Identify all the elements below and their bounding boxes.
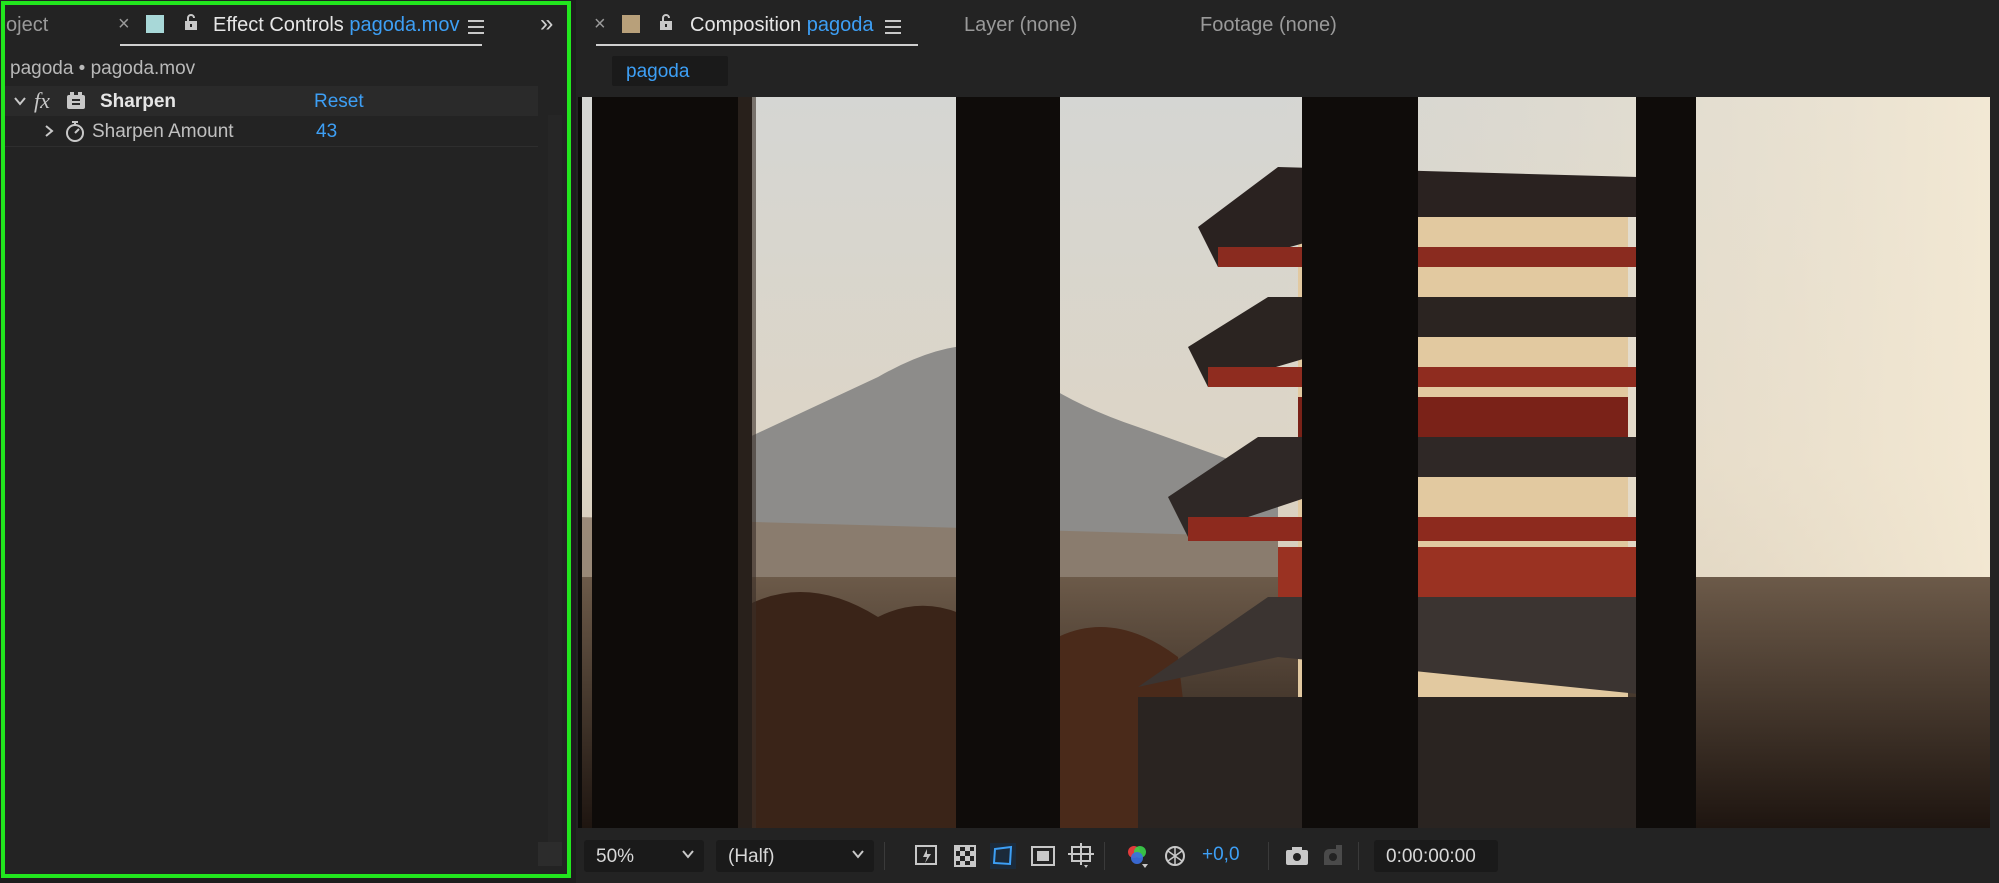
zoom-dropdown[interactable]: 50% [584,840,704,872]
tab-layer[interactable]: Layer (none) [964,14,1077,37]
effect-name: Sharpen [100,91,177,112]
effect-controls-panel: oject × Effect Controls pagoda.mov » pag… [0,0,570,875]
mask-path-visibility-icon[interactable] [990,843,1016,869]
composition-color-swatch [622,15,640,33]
transparency-grid-icon[interactable] [952,843,978,869]
zoom-value: 50% [596,846,635,867]
chevron-down-icon[interactable] [14,96,26,106]
region-of-interest-icon[interactable] [1030,843,1056,869]
chevron-down-icon [682,850,694,859]
active-tab-underline [120,44,482,46]
exposure-value[interactable]: +0,0 [1202,844,1240,866]
property-row-sharpen-amount[interactable]: Sharpen Amount 43 [4,116,538,147]
grid-and-guides-icon[interactable] [1068,843,1094,869]
scrollbar-track[interactable] [548,115,562,845]
chevron-down-icon [852,850,864,859]
close-tab-button[interactable]: × [118,13,130,36]
resolution-value: (Half) [728,846,775,867]
camera-snapshot-icon[interactable] [1284,843,1310,869]
active-tab-underline [596,44,918,46]
left-tab-bar: oject × Effect Controls pagoda.mov » [0,0,570,52]
effect-preset-icon [67,92,85,109]
lock-icon[interactable] [658,13,674,31]
tab-effect-controls[interactable]: Effect Controls pagoda.mov [213,14,459,37]
property-label: Sharpen Amount [92,121,234,142]
tab-effect-controls-label: Effect Controls [213,14,344,36]
stopwatch-icon[interactable] [64,119,86,143]
fx-icon[interactable]: fx [34,88,50,114]
toolbar-divider [1358,842,1359,870]
effect-controls-color-swatch [146,15,164,33]
tab-project[interactable]: oject [6,14,48,37]
hamburger-menu-icon[interactable] [885,20,901,34]
timecode-field[interactable]: 0:00:00:00 [1374,840,1498,872]
reset-exposure-icon[interactable] [1162,843,1188,869]
composition-viewer[interactable] [578,97,1990,828]
fast-previews-icon[interactable] [914,843,940,869]
tab-composition-label: Composition [690,14,802,36]
tab-effect-controls-file: pagoda.mov [349,14,460,36]
tab-composition[interactable]: Composition pagoda [690,14,873,37]
close-tab-button[interactable]: × [594,13,606,36]
color-channels-icon[interactable] [1124,843,1150,869]
reset-button[interactable]: Reset [314,91,364,113]
pagoda-footage-image [578,97,1990,828]
sharpen-amount-value[interactable]: 43 [316,121,337,143]
show-snapshot-icon[interactable] [1320,843,1346,869]
scrollbar-corner[interactable] [538,842,562,866]
lock-icon[interactable] [183,13,199,31]
tab-composition-name: pagoda [806,14,874,36]
timecode-value: 0:00:00:00 [1386,846,1476,867]
toolbar-divider [884,842,885,870]
toolbar-divider [1268,842,1269,870]
viewer-toolbar: 50% (Half) +0,0 0:00:00:00 [578,834,1993,878]
breadcrumb: pagoda • pagoda.mov [10,58,196,79]
panel-overflow-icon[interactable]: » [540,10,553,38]
resolution-dropdown[interactable]: (Half) [716,840,874,872]
toolbar-divider [1104,842,1105,870]
effect-row-sharpen[interactable]: fx Sharpen Reset [4,86,538,116]
composition-breadcrumb-label: pagoda [626,61,690,82]
composition-breadcrumb-chip[interactable]: pagoda [612,56,728,86]
hamburger-menu-icon[interactable] [468,20,484,34]
tab-footage[interactable]: Footage (none) [1200,14,1337,37]
chevron-right-icon[interactable] [44,125,54,137]
